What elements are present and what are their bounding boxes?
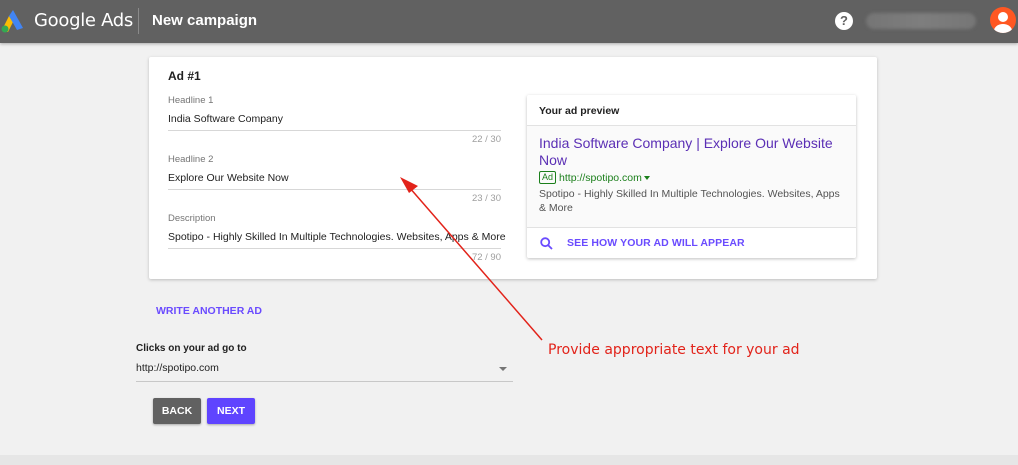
headline-1-field[interactable]: Headline 1 India Software Company 22 / 3… bbox=[168, 95, 501, 145]
final-url-value: http://spotipo.com bbox=[136, 362, 219, 374]
final-url-label: Clicks on your ad go to bbox=[136, 343, 247, 354]
google-ads-logo-icon[interactable] bbox=[0, 8, 26, 34]
headline-2-field[interactable]: Headline 2 Explore Our Website Now 23 / … bbox=[168, 154, 501, 204]
ad-preview-url: http://spotipo.com bbox=[559, 171, 642, 184]
description-field[interactable]: Description Spotipo - Highly Skilled In … bbox=[168, 213, 506, 263]
ad-badge: Ad bbox=[539, 171, 557, 184]
next-button[interactable]: NEXT bbox=[207, 398, 255, 424]
top-app-bar: Google Ads New campaign ? bbox=[0, 0, 1018, 43]
ad-editor-card: Ad #1 Headline 1 India Software Company … bbox=[149, 57, 877, 279]
description-char-count: 72 / 90 bbox=[471, 252, 501, 263]
ad-preview-description: Spotipo - Highly Skilled In Multiple Tec… bbox=[539, 188, 840, 214]
account-email-redacted[interactable] bbox=[866, 13, 976, 29]
description-input[interactable]: Spotipo - Highly Skilled In Multiple Tec… bbox=[168, 231, 506, 243]
ad-preview-panel: Your ad preview India Software Company |… bbox=[527, 95, 856, 258]
headline-2-label: Headline 2 bbox=[168, 154, 214, 165]
brand-name[interactable]: Google Ads bbox=[34, 10, 133, 31]
see-how-ad-appears-label: SEE HOW YOUR AD WILL APPEAR bbox=[567, 237, 745, 249]
ad-preview-body: India Software Company | Explore Our Web… bbox=[527, 126, 856, 227]
headline-1-char-count: 22 / 30 bbox=[471, 134, 501, 145]
headline-1-label: Headline 1 bbox=[168, 95, 214, 106]
chevron-down-icon bbox=[499, 367, 507, 371]
url-dropdown-icon bbox=[643, 175, 650, 180]
see-how-ad-appears-button[interactable]: SEE HOW YOUR AD WILL APPEAR bbox=[527, 227, 856, 258]
annotation-text: Provide appropriate text for your ad bbox=[548, 342, 800, 358]
description-underline bbox=[168, 248, 501, 249]
ad-preview-title: Your ad preview bbox=[527, 95, 856, 126]
write-another-ad-button[interactable]: WRITE ANOTHER AD bbox=[156, 305, 262, 317]
headline-2-input[interactable]: Explore Our Website Now bbox=[168, 172, 501, 184]
headline-1-input[interactable]: India Software Company bbox=[168, 113, 501, 125]
user-avatar-icon bbox=[994, 12, 1012, 33]
headline-2-char-count: 23 / 30 bbox=[471, 193, 501, 204]
description-label: Description bbox=[168, 213, 216, 224]
ad-preview-url-row: Ad http://spotipo.com bbox=[539, 171, 844, 184]
back-button[interactable]: BACK bbox=[153, 398, 201, 424]
ad-preview-headline: India Software Company | Explore Our Web… bbox=[539, 135, 833, 168]
headline-1-underline bbox=[168, 130, 501, 131]
footer-band bbox=[0, 455, 1018, 465]
avatar[interactable] bbox=[990, 7, 1016, 33]
headline-2-underline bbox=[168, 189, 501, 190]
final-url-select[interactable]: http://spotipo.com bbox=[136, 362, 513, 382]
ad-title: Ad #1 bbox=[168, 69, 201, 83]
header-divider bbox=[138, 8, 139, 34]
page-title: New campaign bbox=[152, 12, 258, 29]
search-icon bbox=[540, 236, 553, 250]
help-icon[interactable]: ? bbox=[835, 12, 853, 30]
